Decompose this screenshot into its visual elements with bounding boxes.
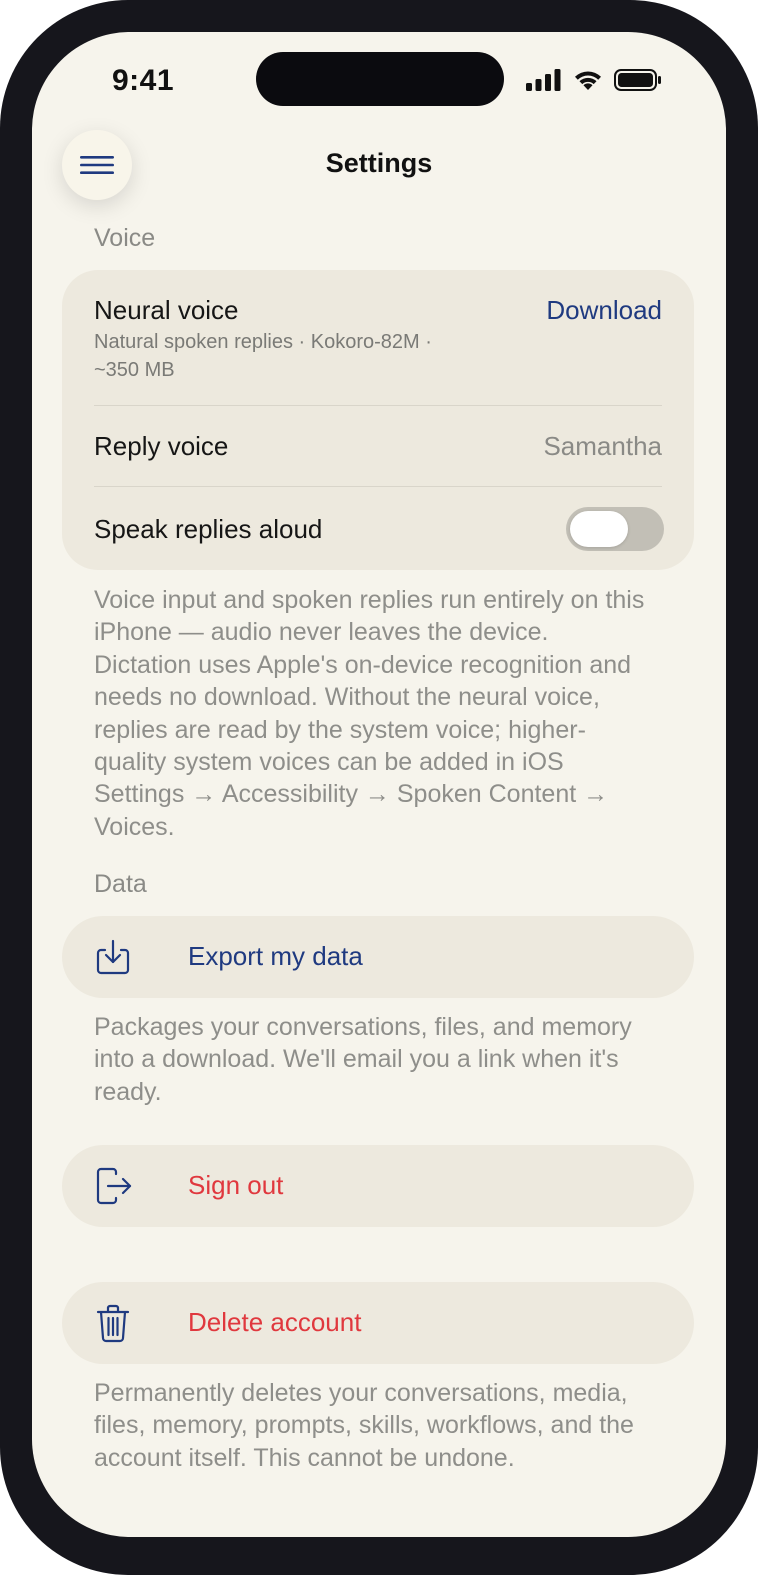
screen: 9:41 Settings Voice Neural voice Downloa… [32,32,726,1537]
footnote-line: iPhone — audio never leaves the device. [94,618,549,647]
footnote-line: Voice input and spoken replies run entir… [94,586,645,614]
dynamic-island [256,52,504,106]
neural-voice-subtitle: Natural spoken replies · Kokoro-82M · ~3… [94,328,474,384]
cellular-signal-icon [526,69,561,91]
delete-account-button[interactable]: Delete account [62,1282,694,1364]
status-time: 9:41 [112,64,175,97]
neural-voice-subtitle-line: Natural spoken replies · Kokoro-82M · [94,331,432,353]
voice-settings-card: Neural voice Download Natural spoken rep… [62,270,694,570]
footnote-line: Permanently deletes your conversations, … [94,1379,628,1407]
footnote-line: Settings → Accessibility → Spoken Conten… [94,780,609,809]
footnote-line: Voices. [94,812,175,841]
voice-footnote: Voice input and spoken replies run entir… [94,584,674,843]
export-data-button[interactable]: Export my data [62,916,694,998]
export-download-icon [96,939,130,975]
section-label-data: Data [94,870,147,898]
sign-out-label: Sign out [188,1170,284,1200]
footnote-line: quality system voices can be added in iO… [94,748,564,777]
trash-icon [96,1304,130,1343]
footnote-line: needs no download. Without the neural vo… [94,683,600,712]
reply-voice-title: Reply voice [94,431,229,461]
divider [94,486,662,487]
footnote-line: replies are read by the system voice; hi… [94,715,586,744]
speak-replies-title: Speak replies aloud [94,514,323,544]
footnote-line: into a download. We'll email you a link … [94,1045,619,1074]
footnote-line: account itself. This cannot be undone. [94,1443,515,1472]
delete-note: Permanently deletes your conversations, … [94,1377,674,1474]
toggle-knob [570,511,628,547]
status-icons [526,68,662,92]
speak-replies-toggle[interactable] [566,507,664,551]
neural-voice-subtitle-line: ~350 MB [94,359,175,381]
reply-voice-value: Samantha [543,431,662,461]
sign-out-button[interactable]: Sign out [62,1145,694,1227]
phone-frame: 9:41 Settings Voice Neural voice Downloa… [0,0,758,1575]
footnote-line: Packages your conversations, files, and … [94,1013,632,1041]
page-title: Settings [325,148,433,178]
footnote-line: Dictation uses Apple's on-device recogni… [94,650,632,679]
neural-voice-title: Neural voice [94,295,239,325]
neural-voice-download-button[interactable]: Download [546,295,662,326]
wifi-icon [575,71,601,90]
export-data-label: Export my data [188,941,363,971]
footnote-line: ready. [94,1077,162,1106]
section-label-voice: Voice [94,224,156,252]
battery-icon [614,69,661,91]
delete-account-label: Delete account [188,1307,362,1337]
sign-out-icon [96,1167,132,1205]
export-note: Packages your conversations, files, and … [94,1011,674,1108]
reply-voice-row[interactable]: Reply voice Samantha [62,406,694,486]
footnote-line: files, memory, prompts, skills, workflow… [94,1411,634,1440]
